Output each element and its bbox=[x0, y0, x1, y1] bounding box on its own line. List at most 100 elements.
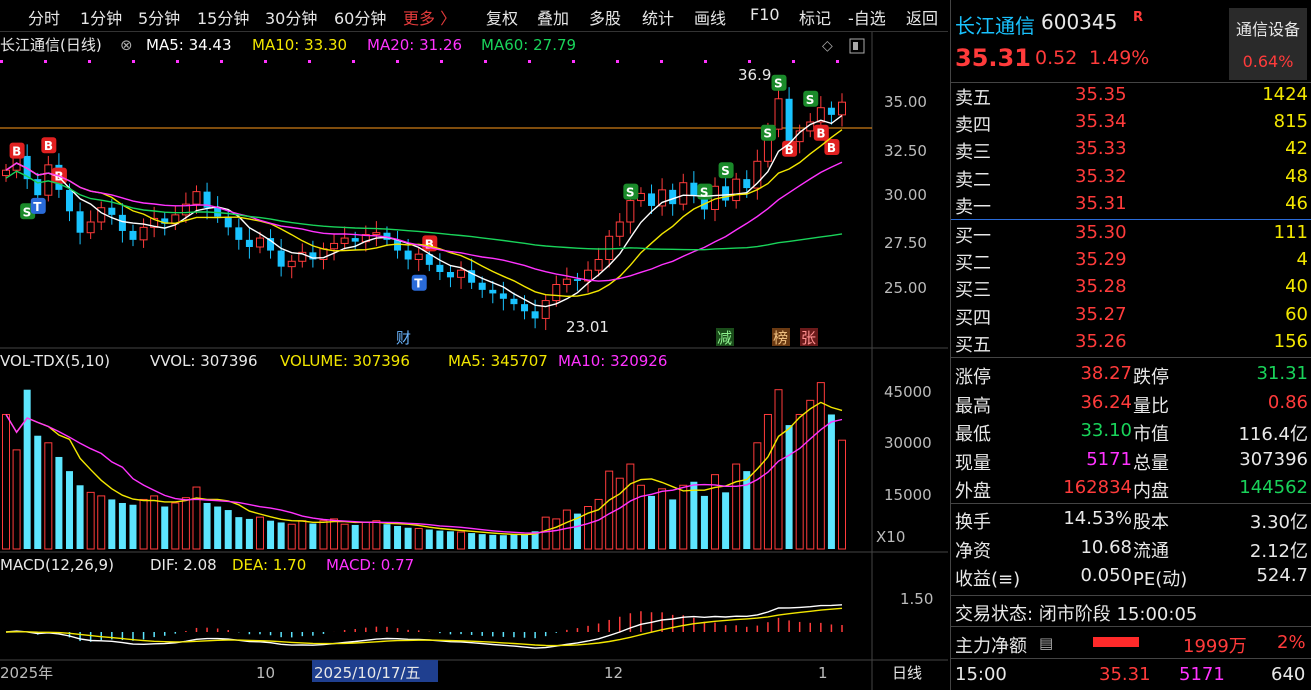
volume-bar bbox=[76, 485, 84, 549]
ask-row[interactable]: 卖三 35.33 42 bbox=[951, 137, 1311, 164]
interval-fenshi[interactable]: 分时 bbox=[28, 5, 60, 29]
sector-name: 通信设备 bbox=[1235, 20, 1300, 39]
stat-key: 涨停 bbox=[955, 367, 991, 388]
candle-body bbox=[615, 221, 624, 237]
ask-label: 卖五 bbox=[955, 88, 991, 109]
interval-30min[interactable]: 30分钟 bbox=[265, 5, 317, 29]
volume-bar bbox=[436, 530, 444, 549]
list-icon[interactable]: ▤ bbox=[1039, 634, 1053, 652]
bid-row[interactable]: 买三 35.28 40 bbox=[951, 275, 1311, 302]
ask-row[interactable]: 卖四 35.34 815 bbox=[951, 110, 1311, 137]
volume-bar bbox=[827, 414, 835, 549]
candle-body bbox=[340, 237, 349, 244]
ask-label: 卖一 bbox=[955, 196, 991, 218]
candle-body bbox=[255, 237, 264, 248]
bid-row[interactable]: 买四 35.27 60 bbox=[951, 303, 1311, 330]
stat-key: 现量 bbox=[955, 452, 991, 474]
interval-1min[interactable]: 1分钟 bbox=[80, 5, 122, 29]
f10-button[interactable]: F10 bbox=[750, 5, 780, 24]
marker-dot bbox=[88, 60, 91, 63]
event-zhang[interactable]: 张 bbox=[801, 329, 816, 347]
candle-body bbox=[499, 293, 507, 299]
volume-bar bbox=[351, 524, 359, 549]
marker-dot bbox=[308, 60, 311, 63]
remove-watchlist-button[interactable]: -自选 bbox=[848, 5, 886, 29]
stat-row: 涨停 38.27 跌停 31.31 bbox=[951, 362, 1311, 389]
volume-bar bbox=[679, 484, 688, 550]
sector-box[interactable]: 通信设备 0.64% bbox=[1229, 8, 1307, 80]
interval-5min[interactable]: 5分钟 bbox=[138, 5, 180, 29]
back-button[interactable]: 返回 bbox=[906, 5, 938, 29]
volume-bar bbox=[139, 498, 148, 550]
candle-body bbox=[76, 211, 84, 233]
ask-row[interactable]: 卖一 35.31 46 bbox=[951, 192, 1311, 219]
ask-volume: 1424 bbox=[1262, 84, 1308, 105]
ask-price: 35.33 bbox=[1075, 138, 1127, 160]
event-jian[interactable]: 减 bbox=[717, 329, 732, 347]
stat-key: 外盘 bbox=[955, 481, 991, 503]
candle-body bbox=[753, 160, 762, 189]
ma5-label: MA5: 34.43 bbox=[146, 36, 232, 54]
stat-key: 流通 bbox=[1133, 540, 1169, 562]
stat-value: 307396 bbox=[1239, 448, 1308, 470]
volume-bar bbox=[521, 534, 529, 549]
ask-row[interactable]: 卖五 35.35 1424 bbox=[951, 83, 1311, 110]
main-chart-title: 长江通信(日线) bbox=[0, 36, 102, 54]
stat-key: 市值 bbox=[1133, 424, 1169, 446]
stat-value: 36.24 bbox=[1080, 391, 1132, 413]
diamond-icon[interactable]: ◇ bbox=[822, 38, 833, 54]
volume-bar bbox=[129, 504, 137, 549]
volume-bar bbox=[224, 510, 232, 549]
volume-bar bbox=[541, 516, 550, 550]
kline-chart-area[interactable]: 长江通信(日线) ⊗ MA5: 34.43 MA10: 33.30 MA20: … bbox=[0, 32, 948, 690]
ask-row[interactable]: 卖二 35.32 48 bbox=[951, 165, 1311, 192]
candle-body bbox=[636, 192, 645, 202]
volume-bar bbox=[150, 495, 159, 550]
statistics-button[interactable]: 统计 bbox=[642, 5, 674, 29]
bid-volume: 156 bbox=[1273, 330, 1308, 352]
marker-dot bbox=[660, 60, 663, 63]
overlay-button[interactable]: 叠加 bbox=[537, 5, 569, 29]
candle-body bbox=[626, 200, 635, 223]
kline-svg[interactable]: 长江通信(日线) ⊗ MA5: 34.43 MA10: 33.30 MA20: … bbox=[0, 32, 948, 690]
restore-right-button[interactable]: 复权 bbox=[486, 5, 518, 29]
stat-key: 最低 bbox=[955, 424, 991, 446]
volume-bar bbox=[414, 527, 423, 550]
stat-row: 最高 36.24 量比 0.86 bbox=[951, 391, 1311, 418]
price-tick: 27.50 bbox=[884, 234, 927, 252]
bid-row[interactable]: 买二 35.29 4 bbox=[951, 248, 1311, 275]
candle-body bbox=[510, 298, 518, 305]
volume-bar bbox=[446, 531, 454, 549]
ask-volume: 48 bbox=[1285, 165, 1308, 187]
volume-label: VOLUME: 307396 bbox=[280, 352, 410, 370]
event-bang[interactable]: 榜 bbox=[773, 329, 788, 347]
volume-bar bbox=[298, 520, 307, 550]
candle-body bbox=[605, 235, 614, 261]
bid-row[interactable]: 买一 35.30 111 bbox=[951, 221, 1311, 248]
stat-key: 净资 bbox=[955, 540, 991, 562]
candle-body bbox=[573, 279, 581, 281]
candle-body bbox=[521, 304, 529, 312]
bid-row[interactable]: 买五 35.26 156 bbox=[951, 330, 1311, 357]
candle-body bbox=[531, 311, 539, 319]
multi-stock-button[interactable]: 多股 bbox=[589, 5, 621, 29]
interval-60min[interactable]: 60分钟 bbox=[334, 5, 386, 29]
candle-body bbox=[118, 214, 126, 231]
collapse-icon[interactable]: ⊗ bbox=[120, 36, 133, 54]
draw-line-button[interactable]: 画线 bbox=[694, 5, 726, 29]
ask-price: 35.31 bbox=[1075, 192, 1127, 214]
volume-bar bbox=[743, 471, 751, 549]
mark-button[interactable]: 标记 bbox=[799, 5, 831, 29]
stat-row: 外盘 162834 内盘 144562 bbox=[951, 476, 1311, 503]
stock-name: 长江通信 bbox=[955, 14, 1035, 38]
event-cai[interactable]: 财 bbox=[396, 329, 411, 347]
volume-bar bbox=[55, 456, 63, 549]
signal-marker-label: T bbox=[414, 277, 423, 291]
period-label[interactable]: 日线 bbox=[892, 664, 922, 682]
interval-15min[interactable]: 15分钟 bbox=[197, 5, 249, 29]
main-flow-value: 1999万 bbox=[1183, 636, 1247, 657]
more-intervals-button[interactable]: 更多 〉 bbox=[403, 5, 456, 29]
volume-bar bbox=[161, 506, 169, 549]
stat-key: 最高 bbox=[955, 395, 991, 417]
candle-body bbox=[732, 178, 741, 202]
